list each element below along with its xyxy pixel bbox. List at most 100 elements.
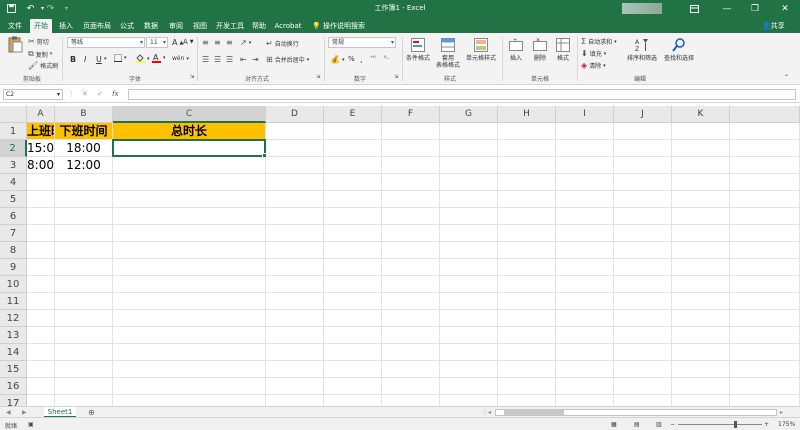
cell-g8[interactable] <box>440 242 498 259</box>
bold-button[interactable]: B <box>70 55 76 64</box>
font-color-button[interactable]: A ▾ <box>152 53 166 63</box>
column-header-j[interactable]: J <box>614 106 672 123</box>
cell-filler[interactable] <box>730 123 800 140</box>
row-header-17[interactable]: 17 <box>0 395 27 406</box>
cell-h13[interactable] <box>498 327 556 344</box>
row-header-14[interactable]: 14 <box>0 344 27 361</box>
cell-h2[interactable] <box>498 140 556 157</box>
cell-g1[interactable] <box>440 123 498 140</box>
row-header-9[interactable]: 9 <box>0 259 27 276</box>
cell-d3[interactable] <box>266 157 324 174</box>
tab-file[interactable]: 文件 <box>4 19 26 33</box>
row-header-4[interactable]: 4 <box>0 174 27 191</box>
cell-a12[interactable] <box>27 310 55 327</box>
column-header-h[interactable]: H <box>498 106 556 123</box>
cell-styles-button[interactable]: 单元格样式 <box>464 36 498 62</box>
cell-filler[interactable] <box>730 344 800 361</box>
cell-e7[interactable] <box>324 225 382 242</box>
cell-j13[interactable] <box>614 327 672 344</box>
cell-j3[interactable] <box>614 157 672 174</box>
cell-b14[interactable] <box>55 344 113 361</box>
cell-e10[interactable] <box>324 276 382 293</box>
font-name-select[interactable]: 等线 ▾ <box>67 37 145 48</box>
column-header-a[interactable]: A <box>27 106 55 123</box>
cell-g10[interactable] <box>440 276 498 293</box>
cell-b13[interactable] <box>55 327 113 344</box>
column-header-e[interactable]: E <box>324 106 382 123</box>
row-header-10[interactable]: 10 <box>0 276 27 293</box>
alignment-dialog-launcher[interactable]: ⇲ <box>316 74 320 80</box>
cell-i8[interactable] <box>556 242 614 259</box>
tab-review[interactable]: 审阅 <box>165 19 187 33</box>
shrink-font-button[interactable]: A ▼ <box>183 38 194 46</box>
cell-b9[interactable] <box>55 259 113 276</box>
cell-k12[interactable] <box>672 310 730 327</box>
cell-j2[interactable] <box>614 140 672 157</box>
cell-f10[interactable] <box>382 276 440 293</box>
cell-h8[interactable] <box>498 242 556 259</box>
orientation-button[interactable]: ↗ ▾ <box>240 38 251 47</box>
cell-h15[interactable] <box>498 361 556 378</box>
cell-c15[interactable] <box>113 361 266 378</box>
cell-d13[interactable] <box>266 327 324 344</box>
cell-f4[interactable] <box>382 174 440 191</box>
cell-f12[interactable] <box>382 310 440 327</box>
zoom-in-button[interactable]: + <box>764 421 769 428</box>
page-break-view-icon[interactable]: ▥ <box>656 421 662 428</box>
align-middle-button[interactable]: ≡ <box>214 38 221 47</box>
cell-i9[interactable] <box>556 259 614 276</box>
cell-b8[interactable] <box>55 242 113 259</box>
cell-c3[interactable] <box>113 157 266 174</box>
row-header-12[interactable]: 12 <box>0 310 27 327</box>
cell-b11[interactable] <box>55 293 113 310</box>
cell-filler[interactable] <box>730 378 800 395</box>
row-header-15[interactable]: 15 <box>0 361 27 378</box>
cell-b5[interactable] <box>55 191 113 208</box>
cell-b10[interactable] <box>55 276 113 293</box>
cancel-entry-icon[interactable]: ✕ <box>82 89 88 100</box>
insert-function-icon[interactable]: fx <box>112 89 119 100</box>
align-top-button[interactable]: ≡ <box>202 38 209 47</box>
number-dialog-launcher[interactable]: ⇲ <box>394 74 398 80</box>
cell-f14[interactable] <box>382 344 440 361</box>
cell-k14[interactable] <box>672 344 730 361</box>
row-header-3[interactable]: 3 <box>0 157 27 174</box>
cell-b1[interactable]: 下班时间 <box>55 123 113 140</box>
cell-c7[interactable] <box>113 225 266 242</box>
cell-filler[interactable] <box>730 259 800 276</box>
cell-i3[interactable] <box>556 157 614 174</box>
cell-e8[interactable] <box>324 242 382 259</box>
delete-cells-button[interactable]: ✕ 删除 <box>529 36 551 62</box>
cell-i13[interactable] <box>556 327 614 344</box>
row-header-7[interactable]: 7 <box>0 225 27 242</box>
cell-i2[interactable] <box>556 140 614 157</box>
decrease-indent-button[interactable]: ⇤ <box>240 55 247 64</box>
cell-j1[interactable] <box>614 123 672 140</box>
column-header-i[interactable]: I <box>556 106 614 123</box>
column-header-k[interactable]: K <box>672 106 730 123</box>
cell-f11[interactable] <box>382 293 440 310</box>
cell-k17[interactable] <box>672 395 730 406</box>
cell-f5[interactable] <box>382 191 440 208</box>
cell-b16[interactable] <box>55 378 113 395</box>
cell-filler[interactable] <box>730 174 800 191</box>
cell-b6[interactable] <box>55 208 113 225</box>
name-box[interactable]: C2 ▾ <box>3 89 63 100</box>
cell-i11[interactable] <box>556 293 614 310</box>
zoom-level[interactable]: 175% <box>778 421 795 428</box>
cell-d9[interactable] <box>266 259 324 276</box>
cell-e17[interactable] <box>324 395 382 406</box>
column-header-b[interactable]: B <box>55 106 113 123</box>
cell-a9[interactable] <box>27 259 55 276</box>
cell-e1[interactable] <box>324 123 382 140</box>
cell-i17[interactable] <box>556 395 614 406</box>
fill-color-button[interactable]: ▾ <box>136 54 150 63</box>
cell-j10[interactable] <box>614 276 672 293</box>
increase-indent-button[interactable]: ⇥ <box>252 55 259 64</box>
cell-f8[interactable] <box>382 242 440 259</box>
clear-button[interactable]: ◈ 清除 ▾ <box>581 61 606 70</box>
cell-a5[interactable] <box>27 191 55 208</box>
column-header-g[interactable]: G <box>440 106 498 123</box>
cell-a10[interactable] <box>27 276 55 293</box>
italic-button[interactable]: I <box>84 55 86 64</box>
